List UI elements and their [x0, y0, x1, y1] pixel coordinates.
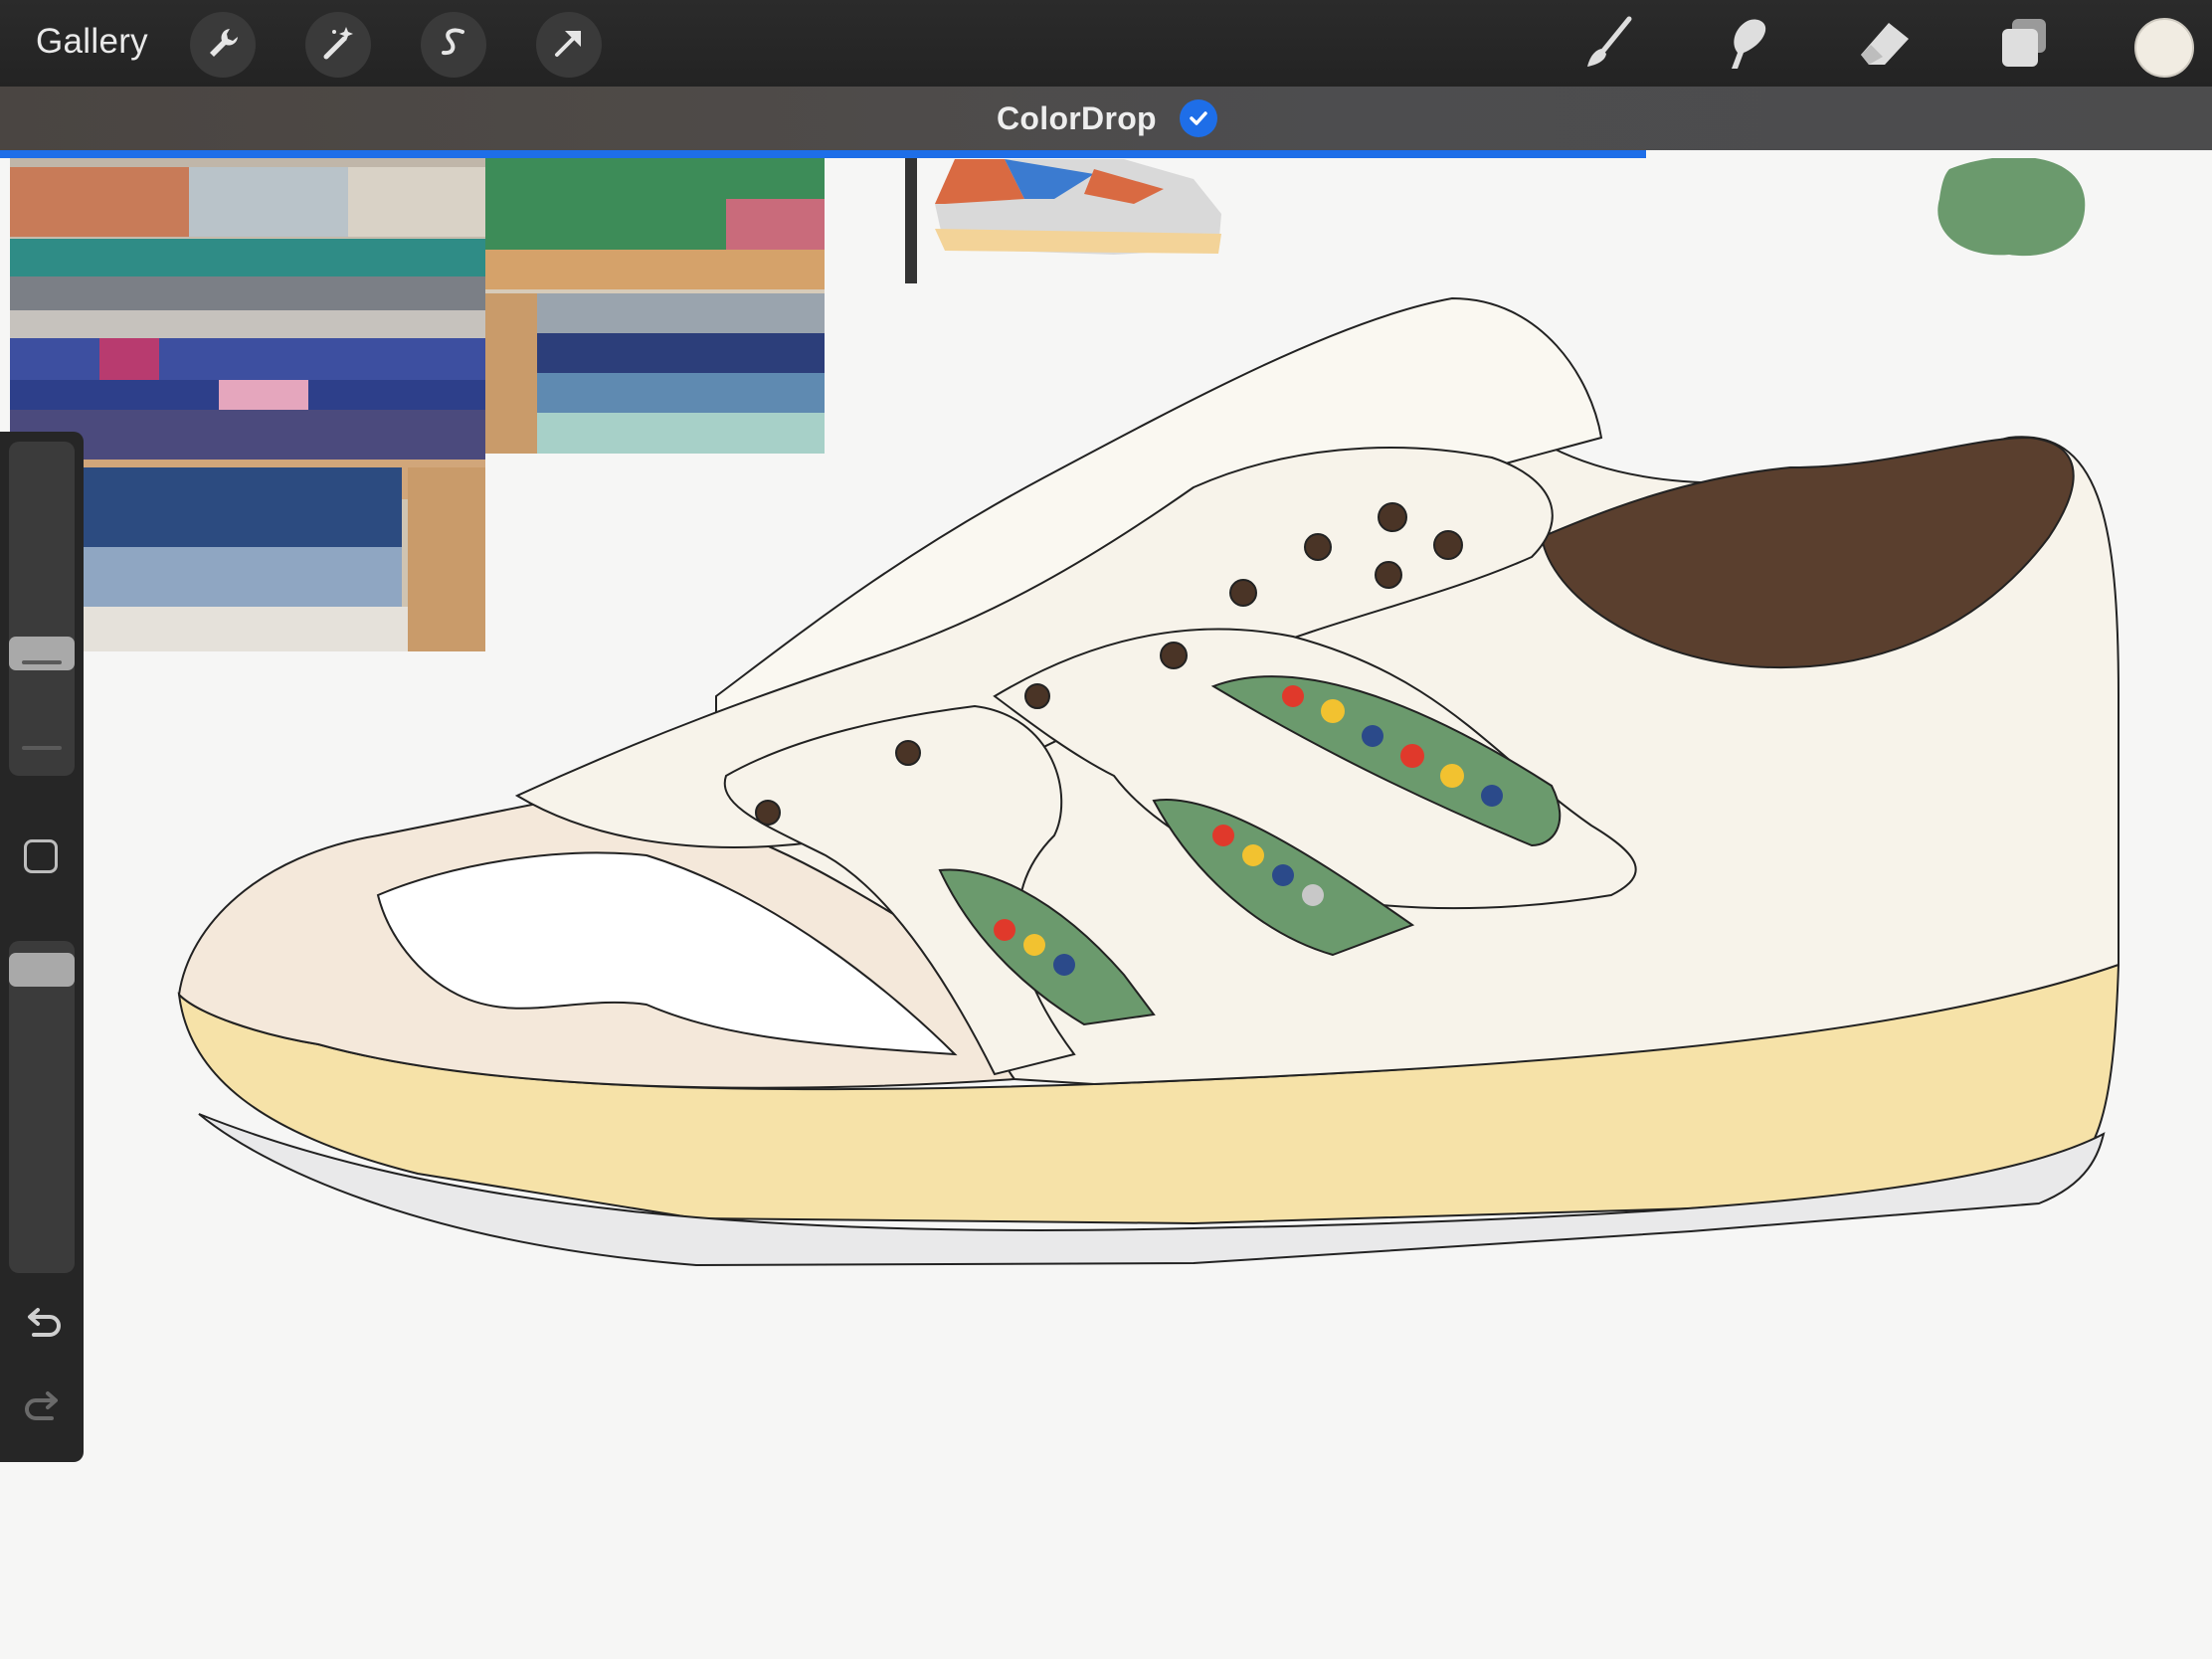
undo-icon: [22, 1308, 64, 1347]
redo-button[interactable]: [22, 1390, 64, 1426]
green-color-blob: [1937, 158, 2086, 257]
slider-tick: [22, 746, 62, 750]
colordrop-progress-bar: [0, 150, 2212, 158]
opacity-slider[interactable]: [9, 941, 75, 1273]
left-sidebar: [0, 432, 84, 1462]
notification-title: ColorDrop: [997, 100, 1157, 136]
smudge-icon: [1716, 13, 1775, 78]
top-toolbar: Gallery: [0, 0, 2212, 87]
opacity-thumb[interactable]: [9, 953, 75, 987]
undo-button[interactable]: [22, 1307, 64, 1343]
layers-icon: [1994, 13, 2054, 78]
magic-wand-icon: [318, 23, 358, 68]
reference-photo-blankets-right: [485, 158, 825, 454]
layers-button[interactable]: [1991, 12, 2057, 78]
brush-button[interactable]: [1576, 12, 1642, 78]
slider-tick: [22, 660, 62, 664]
gallery-button[interactable]: Gallery: [36, 22, 148, 62]
wrench-icon: [203, 23, 243, 68]
eraser-button[interactable]: [1852, 12, 1918, 78]
transform-arrow-icon: [549, 23, 589, 68]
selection-s-icon: [434, 23, 473, 68]
current-color-swatch[interactable]: [2134, 18, 2194, 78]
smudge-button[interactable]: [1713, 12, 1778, 78]
checkmark-icon: [1180, 99, 1217, 137]
adjustments-button[interactable]: [305, 12, 371, 78]
brush-size-slider[interactable]: [9, 442, 75, 776]
progress-fill: [0, 150, 1646, 158]
selection-button[interactable]: [421, 12, 486, 78]
drawing-canvas[interactable]: [0, 158, 2212, 1659]
actions-button[interactable]: [190, 12, 256, 78]
brush-icon: [1579, 13, 1639, 78]
colordrop-notification: ColorDrop: [0, 87, 2212, 150]
modify-button[interactable]: [24, 839, 58, 873]
reference-shoe-thumbnail: [905, 158, 1221, 283]
redo-icon: [22, 1391, 64, 1430]
brush-size-thumb[interactable]: [9, 637, 75, 671]
transform-button[interactable]: [536, 12, 602, 78]
eraser-icon: [1855, 13, 1915, 78]
